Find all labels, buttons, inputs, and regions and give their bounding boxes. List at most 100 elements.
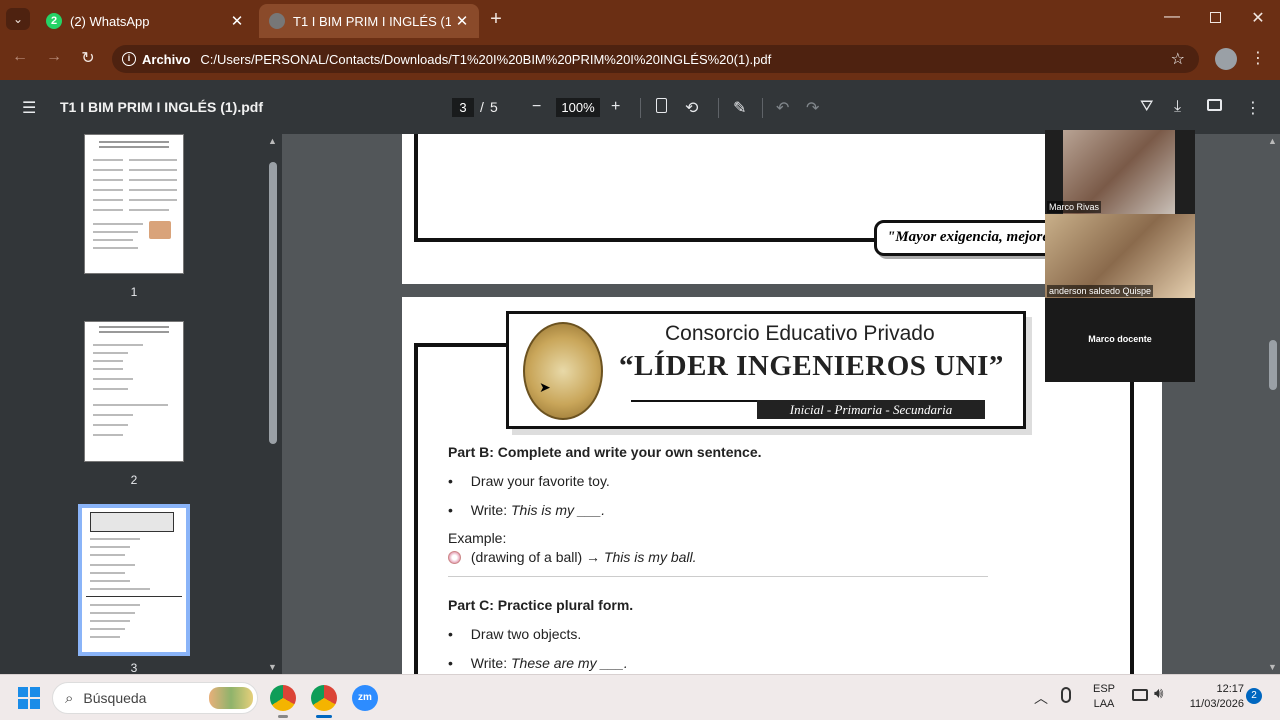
chrome-taskbar-icon[interactable] xyxy=(270,685,296,711)
tab-label: T1 I BIM PRIM I INGLÉS (1).pdf xyxy=(293,13,451,29)
page-number-input[interactable]: 3 xyxy=(452,98,474,117)
part-c-title: Part C: Practice plural form. xyxy=(448,597,634,613)
undo-button[interactable]: ↶ xyxy=(776,98,789,118)
notification-badge[interactable]: 2 xyxy=(1246,688,1262,704)
minus-icon: − xyxy=(532,98,542,115)
bullet: • xyxy=(448,502,453,518)
print-button[interactable] xyxy=(1207,98,1222,116)
plus-icon: + xyxy=(490,8,502,30)
windows-start-button[interactable] xyxy=(18,687,40,709)
minimize-button[interactable]: — xyxy=(1160,8,1184,26)
url-text: C:/Users/PERSONAL/Contacts/Downloads/T1%… xyxy=(200,51,772,67)
rotate-icon: ⟲ xyxy=(685,100,699,117)
list-item: • Draw two objects. xyxy=(448,626,581,642)
windows-taskbar: ⌕ Búsqueda zm ︿ ESP LAA 🔊︎ 12:17 11/03/2… xyxy=(0,674,1280,720)
scroll-up-icon[interactable]: ▲ xyxy=(268,136,277,146)
language-indicator[interactable]: ESP LAA xyxy=(1090,683,1118,710)
header-line-3-text: Inicial - Primaria - Secundaria xyxy=(789,402,953,417)
example-label: Example: xyxy=(448,530,507,546)
fit-page-button[interactable] xyxy=(656,98,667,118)
item-text: Draw two objects. xyxy=(470,626,582,642)
thumbnail-page-3[interactable] xyxy=(78,504,190,656)
sidebar-scrollbar[interactable] xyxy=(269,162,277,444)
close-tab-icon[interactable]: ✕ xyxy=(226,12,248,30)
whatsapp-icon: 2 xyxy=(46,13,62,29)
pdf-title: T1 I BIM PRIM I INGLÉS (1).pdf xyxy=(60,99,263,115)
site-info-chip[interactable]: i Archivo xyxy=(122,52,190,67)
school-header: Consorcio Educativo Privado “LÍDER INGEN… xyxy=(506,311,1026,429)
search-highlight-icon xyxy=(209,687,253,709)
zoom-in-button[interactable]: + xyxy=(611,98,620,116)
motto-text: "Mayor exigencia, mejores xyxy=(887,229,1055,245)
scroll-up-icon[interactable]: ▲ xyxy=(1268,136,1277,146)
tab-search-dropdown[interactable]: ⌄ xyxy=(6,8,30,30)
participant-video[interactable]: anderson salcedo Quispe xyxy=(1045,214,1195,298)
thumbnail-page-2[interactable] xyxy=(84,321,184,462)
divider xyxy=(448,576,988,577)
thumbnail-number: 1 xyxy=(130,285,138,299)
close-tab-icon[interactable]: ✕ xyxy=(451,12,473,30)
thumbnail-page-1[interactable] xyxy=(84,134,184,274)
minimize-icon: — xyxy=(1164,8,1180,25)
close-window-button[interactable]: ✕ xyxy=(1246,8,1270,28)
plus-icon: + xyxy=(611,98,621,115)
reload-button[interactable]: ↻ xyxy=(78,48,98,68)
rotate-button[interactable]: ⟲ xyxy=(685,98,698,118)
chrome-taskbar-icon[interactable] xyxy=(311,685,337,711)
chevron-up-icon: ︿ xyxy=(1034,690,1048,706)
taskbar-search[interactable]: ⌕ Búsqueda xyxy=(52,682,258,714)
example-text: (drawing of a ball) → xyxy=(470,549,604,565)
browser-menu-button[interactable]: ⋮ xyxy=(1250,48,1266,68)
tab-whatsapp[interactable]: 2 (2) WhatsApp ✕ xyxy=(36,4,254,38)
more-options-button[interactable]: ⋮ xyxy=(1245,98,1261,118)
scroll-down-icon[interactable]: ▼ xyxy=(1268,662,1277,672)
chevron-down-icon: ⌄ xyxy=(12,12,24,26)
redo-button[interactable]: ↷ xyxy=(806,98,819,118)
menu-button[interactable]: ☰ xyxy=(22,98,36,118)
microphone-icon[interactable] xyxy=(1061,687,1071,703)
page-border xyxy=(414,343,418,674)
pdf-toolbar: ☰ T1 I BIM PRIM I INGLÉS (1).pdf 3 / 5 −… xyxy=(0,80,1280,134)
drive-icon: ⛛ xyxy=(1140,98,1154,115)
zoom-input[interactable]: 100% xyxy=(556,98,600,117)
item-italic: These are my ___. xyxy=(511,655,628,671)
redo-icon: ↷ xyxy=(806,100,820,117)
new-tab-button[interactable]: + xyxy=(486,8,506,31)
volume-icon[interactable]: 🔊︎ xyxy=(1154,685,1163,702)
participant-tile[interactable]: Marco docente xyxy=(1045,298,1195,382)
drive-save-button[interactable]: ⛛ xyxy=(1140,98,1153,116)
page-border-top xyxy=(414,343,510,347)
participant-name: anderson salcedo Quispe xyxy=(1047,285,1154,297)
back-button[interactable]: ← xyxy=(10,48,30,66)
close-icon: ✕ xyxy=(1251,10,1265,27)
network-icon[interactable] xyxy=(1132,689,1148,701)
hamburger-icon: ☰ xyxy=(22,100,37,117)
taskbar-active-indicator xyxy=(278,715,288,718)
arrow-left-icon: ← xyxy=(12,48,28,65)
participant-video[interactable]: Marco Rivas xyxy=(1047,130,1175,214)
restore-button[interactable] xyxy=(1203,10,1227,28)
item-text: Write: xyxy=(470,502,511,518)
download-button[interactable]: ⤓ xyxy=(1174,98,1181,116)
scroll-down-icon[interactable]: ▼ xyxy=(268,662,277,672)
zoom-out-button[interactable]: − xyxy=(532,98,541,116)
forward-button[interactable]: → xyxy=(44,48,64,66)
thumbnail-number: 2 xyxy=(130,473,138,487)
header-line-3: Inicial - Primaria - Secundaria xyxy=(757,400,985,419)
show-hidden-icons-button[interactable]: ︿ xyxy=(1034,688,1048,708)
toolbar-divider xyxy=(718,98,719,118)
bookmark-star-icon[interactable]: ☆ xyxy=(1171,49,1185,69)
profile-avatar[interactable] xyxy=(1215,48,1237,70)
undo-icon: ↶ xyxy=(776,100,790,117)
zoom-taskbar-icon[interactable]: zm xyxy=(352,685,378,711)
address-bar[interactable]: i Archivo C:/Users/PERSONAL/Contacts/Dow… xyxy=(112,45,1199,73)
tab-pdf[interactable]: T1 I BIM PRIM I INGLÉS (1).pdf ✕ xyxy=(259,4,479,38)
viewer-scrollbar[interactable] xyxy=(1269,340,1277,390)
toolbar-divider xyxy=(762,98,763,118)
chip-label: Archivo xyxy=(142,51,191,67)
clock[interactable]: 12:17 11/03/2026 xyxy=(1180,683,1244,710)
annotate-button[interactable]: ✎ xyxy=(733,98,746,118)
search-icon: ⌕ xyxy=(65,689,74,707)
more-vertical-icon: ⋮ xyxy=(1250,50,1266,67)
video-call-panel[interactable]: Marco Rivas anderson salcedo Quispe Marc… xyxy=(1045,130,1195,382)
